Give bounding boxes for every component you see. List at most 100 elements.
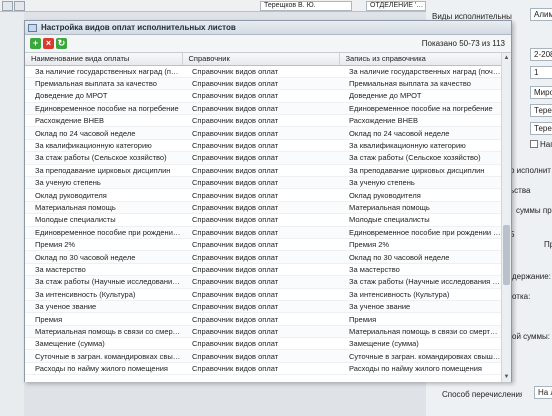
table-row[interactable]: За квалификационную категорию Справочник …: [25, 139, 501, 153]
cell-payment-name: Единовременное пособие на погребение: [25, 102, 182, 116]
window-icon: [28, 24, 37, 32]
right-text: отка:: [512, 292, 531, 301]
scroll-down-icon[interactable]: ▼: [503, 373, 510, 381]
paging-info: Показано 50-73 из 113: [421, 39, 505, 48]
cell-reference: Справочник видов оплат: [182, 226, 339, 239]
cell-payment-name: Единовременное пособие при рождении ре..…: [25, 226, 182, 239]
right-field[interactable]: Терещ: [530, 104, 552, 117]
cell-reference: Справочник видов оплат: [182, 238, 339, 252]
right-field[interactable]: 2-2085: [530, 48, 552, 61]
cell-record: Замещение (сумма): [339, 337, 501, 351]
cell-reference: Справочник видов оплат: [182, 126, 339, 140]
cell-record: Расхождение ВНЕВ: [339, 114, 501, 128]
background-name-cell: Терещков В. Ю.: [260, 1, 352, 11]
table-row[interactable]: Единовременное пособие при рождении ре..…: [25, 226, 501, 239]
cell-reference: Справочник видов оплат: [182, 288, 339, 301]
table-row[interactable]: За стаж работы (Научные исследования и р…: [25, 275, 501, 289]
background-button[interactable]: [14, 1, 25, 11]
cell-reference: Справочник видов оплат: [182, 362, 339, 376]
column-header-reference[interactable]: Справочник: [182, 53, 340, 66]
cell-reference: Справочник видов оплат: [182, 65, 339, 78]
right-field[interactable]: 1: [530, 66, 552, 79]
right-field[interactable]: На ли: [534, 386, 552, 399]
table-row[interactable]: Замещение (сумма) Справочник видов оплат З…: [25, 337, 501, 351]
cell-reference: Справочник видов оплат: [182, 114, 339, 128]
right-field[interactable]: Алиме: [530, 8, 552, 21]
cell-reference: Справочник видов оплат: [182, 349, 339, 363]
grid-header-row: Наименование вида оплаты Справочник Запи…: [25, 53, 501, 66]
cell-payment-name: За стаж работы (Сельское хозяйство): [25, 151, 182, 165]
right-text: ьства: [510, 186, 531, 195]
cell-record: Единовременное пособие на погребение: [339, 102, 501, 116]
right-field[interactable]: Терещ: [530, 122, 552, 135]
cell-reference: Справочник видов оплат: [182, 89, 339, 103]
cell-record: За ученое звание: [339, 300, 501, 314]
cell-payment-name: За стаж работы (Научные исследования и р…: [25, 275, 182, 289]
table-row[interactable]: За наличие государственных наград (почет…: [25, 65, 501, 78]
scrollbar-thumb[interactable]: [503, 225, 510, 285]
right-checkbox[interactable]: [530, 140, 538, 148]
table-row[interactable]: За преподавание цирковых дисциплин Справо…: [25, 164, 501, 178]
background-button[interactable]: [2, 1, 13, 11]
cell-reference: Справочник видов оплат: [182, 188, 339, 202]
table-row[interactable]: Расхождение ВНЕВ Справочник видов оплат Ра…: [25, 114, 501, 128]
cell-payment-name: За интенсивность (Культура): [25, 288, 182, 301]
cell-payment-name: За наличие государственных наград (почет…: [25, 65, 182, 78]
cell-payment-name: Материальная помощь в связи со смертью .…: [25, 325, 182, 339]
table-row[interactable]: Оклад по 30 часовой неделе Справочник вид…: [25, 250, 501, 264]
cell-record: Материальная помощь в связи со смертью с…: [339, 325, 501, 339]
cell-payment-name: Материальная помощь: [25, 201, 182, 215]
cell-reference: Справочник видов оплат: [182, 275, 339, 289]
table-row[interactable]: За ученую степень Справочник видов оплат З…: [25, 176, 501, 190]
grid-scrollbar[interactable]: ▲ ▼: [501, 53, 511, 382]
table-row[interactable]: Суточные в загран. командировках свыше 2…: [25, 349, 501, 363]
table-row[interactable]: За интенсивность (Культура) Справочник ви…: [25, 288, 501, 301]
refresh-button[interactable]: ↻: [56, 38, 67, 49]
table-row[interactable]: Расходы по найму жилого помещения Справоч…: [25, 362, 501, 376]
table-row[interactable]: Единовременное пособие на погребение Спра…: [25, 102, 501, 116]
cell-payment-name: За преподавание цирковых дисциплин: [25, 164, 182, 178]
table-row[interactable]: Оклад по 24 часовой неделе Справочник вид…: [25, 126, 501, 140]
table-row[interactable]: Доведение до МРОТ Справочник видов оплат Д…: [25, 89, 501, 103]
cell-record: Доведение до МРОТ: [339, 89, 501, 103]
cell-record: Премия: [339, 312, 501, 326]
table-row[interactable]: За мастерство Справочник видов оплат За ма…: [25, 263, 501, 277]
background-bank-cell: ОТДЕЛЕНИЕ 'БАНК ТАТАРСТАН №: [366, 1, 426, 11]
column-header-record[interactable]: Запись из справочника: [339, 53, 501, 66]
cell-payment-name: Замещение (сумма): [25, 337, 182, 351]
table-row[interactable]: Материальная помощь в связи со смертью .…: [25, 325, 501, 339]
table-row[interactable]: Материальная помощь Справочник видов опла…: [25, 201, 501, 215]
cell-reference: Справочник видов оплат: [182, 102, 339, 116]
column-header-name[interactable]: Наименование вида оплаты: [25, 53, 183, 66]
cell-record: Материальная помощь: [339, 201, 501, 215]
payment-types-dialog: Настройка видов оплат исполнительных лис…: [24, 20, 512, 382]
table-row[interactable]: Премия Справочник видов оплат Премия: [25, 312, 501, 326]
right-field[interactable]: Миров: [530, 86, 552, 99]
table-row[interactable]: За ученое звание Справочник видов оплат За…: [25, 300, 501, 314]
background-left-strip: [0, 12, 24, 416]
cell-record: За наличие государственных наград (почет…: [339, 65, 501, 78]
cell-reference: Справочник видов оплат: [182, 300, 339, 314]
table-row[interactable]: За стаж работы (Сельское хозяйство) Справ…: [25, 151, 501, 165]
cell-reference: Справочник видов оплат: [182, 312, 339, 326]
cell-record: За квалификационную категорию: [339, 139, 501, 153]
table-row[interactable]: Молодые специалисты Справочник видов опла…: [25, 213, 501, 227]
table-row[interactable]: Премия 2% Справочник видов оплат Премия 2%: [25, 238, 501, 252]
cell-reference: Справочник видов оплат: [182, 164, 339, 178]
table-row[interactable]: Премиальная выплата за качество Справочни…: [25, 77, 501, 91]
cell-reference: Справочник видов оплат: [182, 151, 339, 165]
cell-record: Суточные в загран. командировках свыше 2…: [339, 349, 501, 363]
delete-button[interactable]: ×: [43, 38, 54, 49]
cell-reference: Справочник видов оплат: [182, 139, 339, 153]
table-row[interactable]: Оклад руководителя Справочник видов оплат…: [25, 188, 501, 202]
add-button[interactable]: +: [30, 38, 41, 49]
dialog-title-text: Настройка видов оплат исполнительных лис…: [41, 23, 236, 32]
right-text: Пр: [544, 240, 552, 249]
cell-payment-name: Премия: [25, 312, 182, 326]
scroll-up-icon[interactable]: ▲: [503, 54, 510, 62]
cell-reference: Справочник видов оплат: [182, 176, 339, 190]
cell-payment-name: За ученое звание: [25, 300, 182, 314]
payment-types-grid: Наименование вида оплаты Справочник Запи…: [25, 53, 501, 382]
cell-payment-name: Молодые специалисты: [25, 213, 182, 227]
cell-payment-name: Премия 2%: [25, 238, 182, 252]
